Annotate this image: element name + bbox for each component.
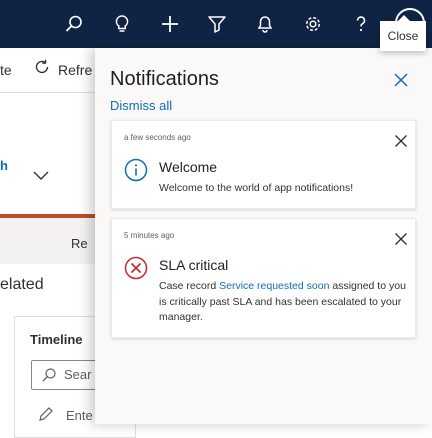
panel-title: Notifications — [110, 68, 219, 90]
close-icon[interactable] — [392, 71, 410, 89]
command-fragment[interactable]: te — [0, 62, 12, 78]
notification-time: 5 minutes ago — [124, 231, 175, 240]
help-icon[interactable] — [345, 8, 377, 40]
refresh-icon[interactable] — [33, 58, 51, 81]
lightbulb-icon[interactable] — [106, 8, 138, 40]
notification-time: a few seconds ago — [124, 133, 191, 142]
search-icon[interactable] — [58, 8, 90, 40]
refresh-button[interactable]: Refre — [58, 62, 92, 78]
notification-body-prefix: Case record — [159, 280, 220, 292]
chevron-down-icon[interactable] — [33, 168, 49, 186]
notification-title: SLA critical — [159, 257, 229, 273]
timeline-label: Timeline — [30, 332, 83, 347]
close-tooltip: Close — [380, 15, 426, 51]
tab-related[interactable]: Re — [71, 236, 88, 251]
add-icon[interactable] — [154, 8, 186, 40]
notification-body: Welcome to the world of app notification… — [159, 182, 354, 194]
bell-icon[interactable] — [249, 8, 281, 40]
header-link-fragment[interactable]: h — [0, 158, 8, 173]
timeline-search-placeholder: Sear — [64, 367, 92, 382]
close-icon[interactable] — [394, 232, 408, 246]
settings-icon[interactable] — [297, 8, 329, 40]
enter-note-fragment[interactable]: Ente — [66, 408, 93, 423]
search-icon — [41, 367, 57, 388]
notification-title: Welcome — [159, 159, 218, 175]
dismiss-all-link[interactable]: Dismiss all — [110, 98, 172, 113]
info-icon — [124, 158, 148, 182]
case-record-link[interactable]: Service requested soon — [219, 280, 329, 292]
notifications-panel: Notifications Dismiss all a few seconds … — [95, 48, 432, 424]
notification-body: Case record Service requested soon assig… — [159, 279, 409, 326]
filter-icon[interactable] — [201, 8, 233, 40]
section-heading-fragment: elated — [0, 276, 44, 293]
error-icon — [124, 256, 148, 280]
notification-card: a few seconds ago Welcome Welcome to the… — [111, 120, 416, 209]
notification-card: 5 minutes ago SLA critical Case record S… — [111, 218, 416, 338]
close-icon[interactable] — [394, 134, 408, 148]
top-nav-bar — [0, 0, 432, 48]
tab-strip — [0, 218, 110, 264]
